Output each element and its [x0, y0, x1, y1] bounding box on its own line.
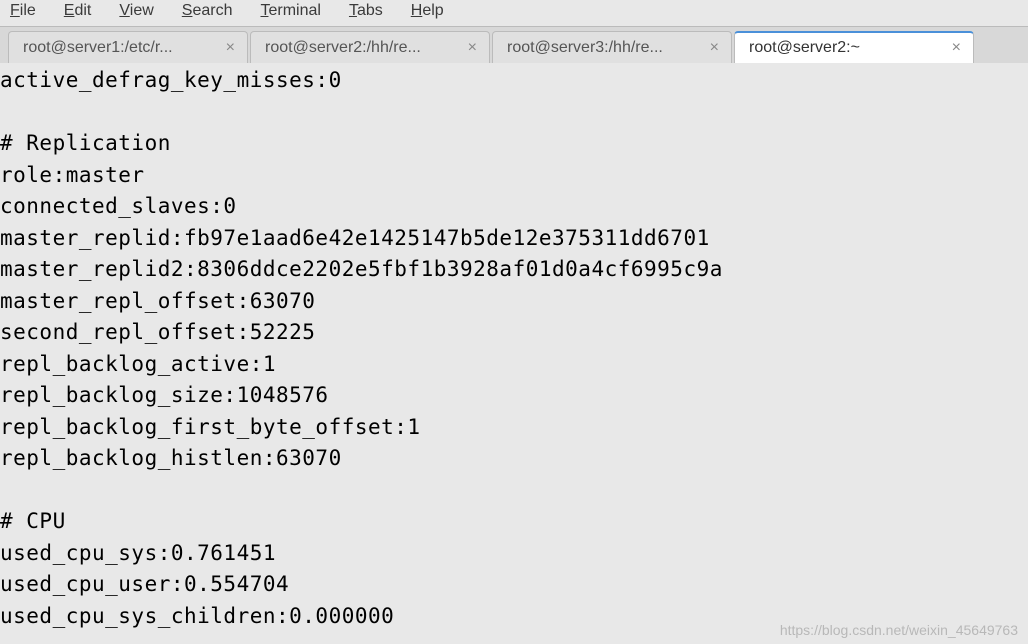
menu-edit[interactable]: Edit: [64, 2, 92, 20]
tab-server2-home[interactable]: root@server2:~ ×: [734, 31, 974, 63]
tabbar: root@server1:/etc/r... × root@server2:/h…: [0, 26, 1028, 63]
close-icon[interactable]: ×: [952, 40, 961, 56]
watermark: https://blog.csdn.net/weixin_45649763: [780, 622, 1018, 638]
menu-tabs[interactable]: Tabs: [349, 2, 383, 20]
close-icon[interactable]: ×: [710, 40, 719, 56]
tab-server1-etc[interactable]: root@server1:/etc/r... ×: [8, 31, 248, 63]
tab-label: root@server2:~: [749, 39, 944, 57]
tab-server3-hh[interactable]: root@server3:/hh/re... ×: [492, 31, 732, 63]
close-icon[interactable]: ×: [226, 40, 235, 56]
tab-label: root@server1:/etc/r...: [23, 39, 218, 57]
menu-terminal[interactable]: Terminal: [260, 2, 320, 20]
tab-label: root@server2:/hh/re...: [265, 39, 460, 57]
menubar: File Edit View Search Terminal Tabs Help: [0, 0, 1028, 26]
menu-file[interactable]: File: [10, 2, 36, 20]
tab-label: root@server3:/hh/re...: [507, 39, 702, 57]
tab-server2-hh[interactable]: root@server2:/hh/re... ×: [250, 31, 490, 63]
terminal-output[interactable]: active_defrag_key_misses:0 # Replication…: [0, 63, 1028, 632]
menu-view[interactable]: View: [119, 2, 153, 20]
close-icon[interactable]: ×: [468, 40, 477, 56]
menu-search[interactable]: Search: [182, 2, 233, 20]
menu-help[interactable]: Help: [411, 2, 444, 20]
